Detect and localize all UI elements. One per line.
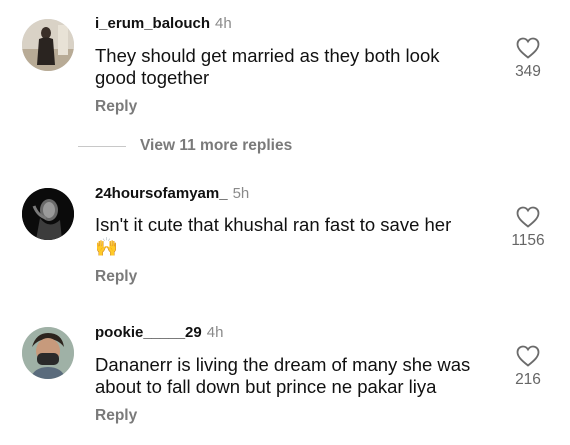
comment-item: i_erum_balouch 4h They should get married… xyxy=(0,0,570,130)
comment-text-line: Dananerr is living the dream of many she… xyxy=(95,354,471,375)
username[interactable]: 24hoursofamyam_ xyxy=(95,185,228,202)
heart-outline-icon xyxy=(516,345,540,367)
like-button[interactable]: 349 xyxy=(498,37,558,81)
timestamp: 4h xyxy=(206,324,224,341)
comment-text-line: good together xyxy=(95,67,210,88)
reply-button[interactable]: Reply xyxy=(95,98,137,116)
comment-meta: 24hoursofamyam_ 5h xyxy=(95,185,249,202)
comment-meta: pookie_____29 4h xyxy=(95,324,223,341)
like-count: 1156 xyxy=(511,232,545,249)
comment-item: pookie_____29 4h Dananerr is living the d… xyxy=(0,310,570,445)
username[interactable]: i_erum_balouch xyxy=(95,15,210,32)
comment-item: 24hoursofamyam_ 5h Isn't it cute that khu… xyxy=(0,170,570,300)
comment-text-line: about to fall down but prince ne pakar l… xyxy=(95,376,437,397)
avatar[interactable] xyxy=(22,327,74,379)
timestamp: 4h xyxy=(215,15,232,32)
heart-outline-icon xyxy=(516,37,540,59)
comment-text: They should get married as they both loo… xyxy=(95,45,495,89)
heart-outline-icon xyxy=(516,206,540,228)
username[interactable]: pookie_____29 xyxy=(95,324,202,341)
like-button[interactable]: 216 xyxy=(498,345,558,389)
comment-meta: i_erum_balouch 4h xyxy=(95,15,232,32)
view-more-replies[interactable]: View 11 more replies xyxy=(0,137,570,157)
avatar[interactable] xyxy=(22,188,74,240)
like-count: 349 xyxy=(515,63,541,80)
comment-text-line: Isn't it cute that khushal ran fast to s… xyxy=(95,214,452,235)
comment-text: Isn't it cute that khushal ran fast to s… xyxy=(95,214,495,258)
view-more-replies-label[interactable]: View 11 more replies xyxy=(140,137,292,155)
comment-text-line: 🙌 xyxy=(95,236,119,257)
divider xyxy=(78,146,126,147)
reply-button[interactable]: Reply xyxy=(95,407,137,425)
comment-text-line: They should get married as they both loo… xyxy=(95,45,440,66)
timestamp: 5h xyxy=(232,185,250,202)
comment-text: Dananerr is living the dream of many she… xyxy=(95,354,495,398)
avatar[interactable] xyxy=(22,19,74,71)
like-button[interactable]: 1156 xyxy=(498,206,558,250)
reply-button[interactable]: Reply xyxy=(95,268,137,286)
like-count: 216 xyxy=(515,371,541,388)
